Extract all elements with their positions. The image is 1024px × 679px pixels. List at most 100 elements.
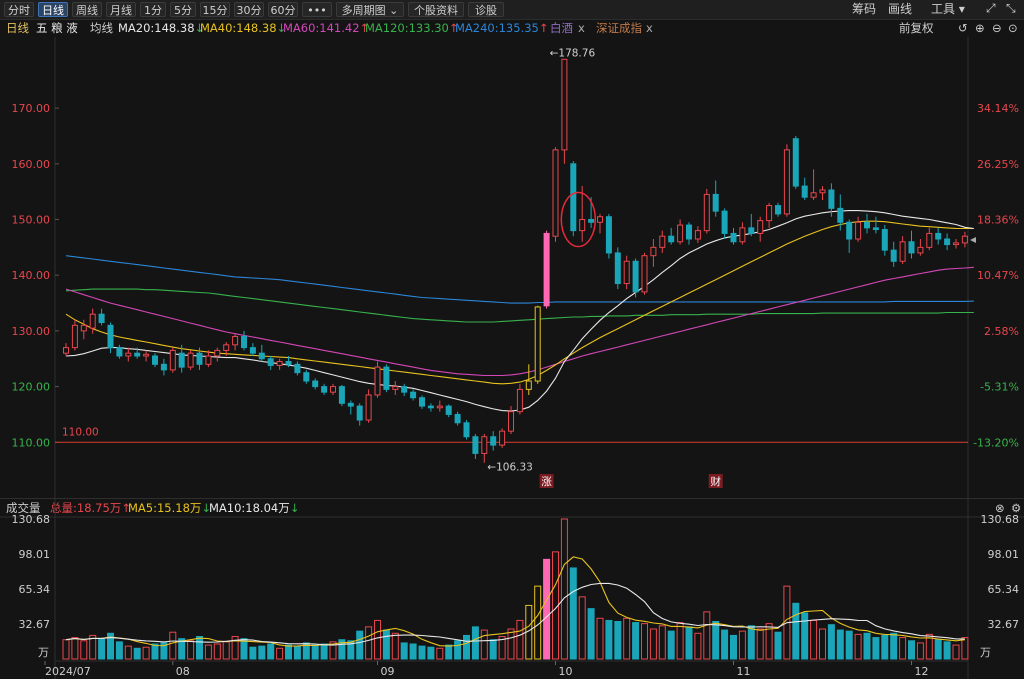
candle-down [303, 372, 310, 382]
volume-bar [952, 644, 960, 660]
volume-bar [169, 631, 177, 660]
volume-bar [738, 630, 746, 660]
volume-bar [471, 626, 479, 660]
volume-bar [427, 646, 435, 660]
volume-bar [854, 633, 862, 660]
candle-down [712, 193, 719, 212]
candle-down [116, 347, 123, 357]
volume-tick-label: 65.34 [988, 583, 1020, 596]
time-tick-label: 11 [737, 665, 751, 678]
pct-tick-label: 10.47% [977, 269, 1019, 282]
volume-bar [649, 628, 657, 660]
candle-up [926, 232, 933, 248]
volume-bar [658, 625, 666, 660]
candle-down [427, 405, 434, 409]
volume-bar [685, 626, 693, 660]
candle-down [160, 363, 167, 371]
volume-bar [267, 643, 275, 660]
kline-chart[interactable]: 170.00 34.14% 160.00 26.25% 150.00 18.36% 140.… [0, 0, 1024, 679]
volume-bar [943, 641, 951, 660]
volume-bar [516, 619, 524, 660]
volume-bar [836, 629, 844, 660]
volume-bar [730, 634, 737, 660]
candle-down [748, 227, 755, 234]
volume-tick-label: 65.34 [19, 583, 51, 596]
candle-up [766, 205, 773, 222]
candle-down [588, 219, 595, 223]
volume-bar [845, 630, 853, 660]
volume-bar [676, 622, 684, 660]
candle-up [659, 235, 666, 248]
volume-bar [792, 602, 800, 660]
candle-down [258, 352, 265, 360]
volume-tick-label: 98.01 [19, 548, 51, 561]
candle-down [338, 386, 345, 404]
pct-tick-label: 26.25% [977, 158, 1019, 171]
candle-up [187, 352, 194, 368]
candle-up [694, 230, 701, 240]
volume-bar [703, 611, 711, 660]
candle-down [668, 235, 675, 243]
candle-down [490, 436, 497, 446]
candle-up [810, 192, 817, 198]
time-tick-label: 2024/07 [45, 665, 91, 678]
candlesticks [63, 58, 968, 463]
candle-up [71, 324, 78, 349]
candle-up [143, 353, 150, 357]
candle-limit-up [534, 306, 541, 382]
ma240-line [65, 255, 974, 304]
reference-label: 110.00 [62, 426, 99, 438]
volume-bar [418, 645, 426, 660]
volume-bar [587, 608, 595, 660]
candle-down [134, 352, 141, 357]
candle-down [872, 227, 879, 231]
candle-down [419, 397, 425, 407]
candle-down [828, 189, 835, 209]
candle-down [730, 232, 737, 243]
candle-up [330, 386, 336, 393]
volume-unit: 万 [38, 646, 49, 659]
candle-down [792, 138, 799, 187]
candle-down [178, 352, 185, 368]
volume-bar [62, 639, 70, 660]
candle-down [881, 229, 888, 251]
candle-down [605, 216, 612, 254]
candle-up [436, 405, 443, 409]
volume-tick-label: 98.01 [988, 548, 1020, 561]
candle-up [819, 189, 826, 194]
volume-bar [151, 643, 159, 660]
time-tick-label: 10 [559, 665, 573, 678]
candle-down [241, 335, 247, 349]
volume-bar [133, 647, 141, 660]
candle-up [276, 361, 283, 366]
candle-down [890, 249, 897, 262]
volume-bar [249, 646, 257, 660]
volume-bar [863, 632, 871, 660]
candle-up [855, 221, 862, 240]
price-tick-label: 150.00 [12, 214, 51, 227]
volume-bar [827, 624, 835, 660]
candle-down [864, 221, 870, 229]
volume-bar [320, 643, 328, 660]
volume-bar [632, 622, 640, 660]
volume-tick-label: 32.67 [988, 618, 1020, 631]
volume-bar [916, 642, 924, 660]
candle-down [908, 241, 915, 254]
candle-down [98, 313, 105, 324]
volume-bar [819, 628, 826, 660]
volume-bar [721, 629, 729, 660]
pct-tick-label: 18.36% [977, 214, 1019, 227]
moving-average-lines [65, 210, 974, 412]
volume-bar [908, 640, 915, 660]
price-tick-label: 130.00 [12, 325, 51, 338]
volume-bar [365, 626, 373, 660]
candle-up [703, 193, 710, 232]
pct-tick-label: -5.31% [980, 381, 1019, 394]
candle-down [410, 391, 417, 399]
time-tick-label: 12 [915, 665, 929, 678]
volume-bar [293, 645, 301, 660]
candle-up [374, 366, 381, 396]
candle-down [721, 210, 728, 234]
volume-bar [204, 644, 212, 660]
candle-down [383, 366, 390, 390]
